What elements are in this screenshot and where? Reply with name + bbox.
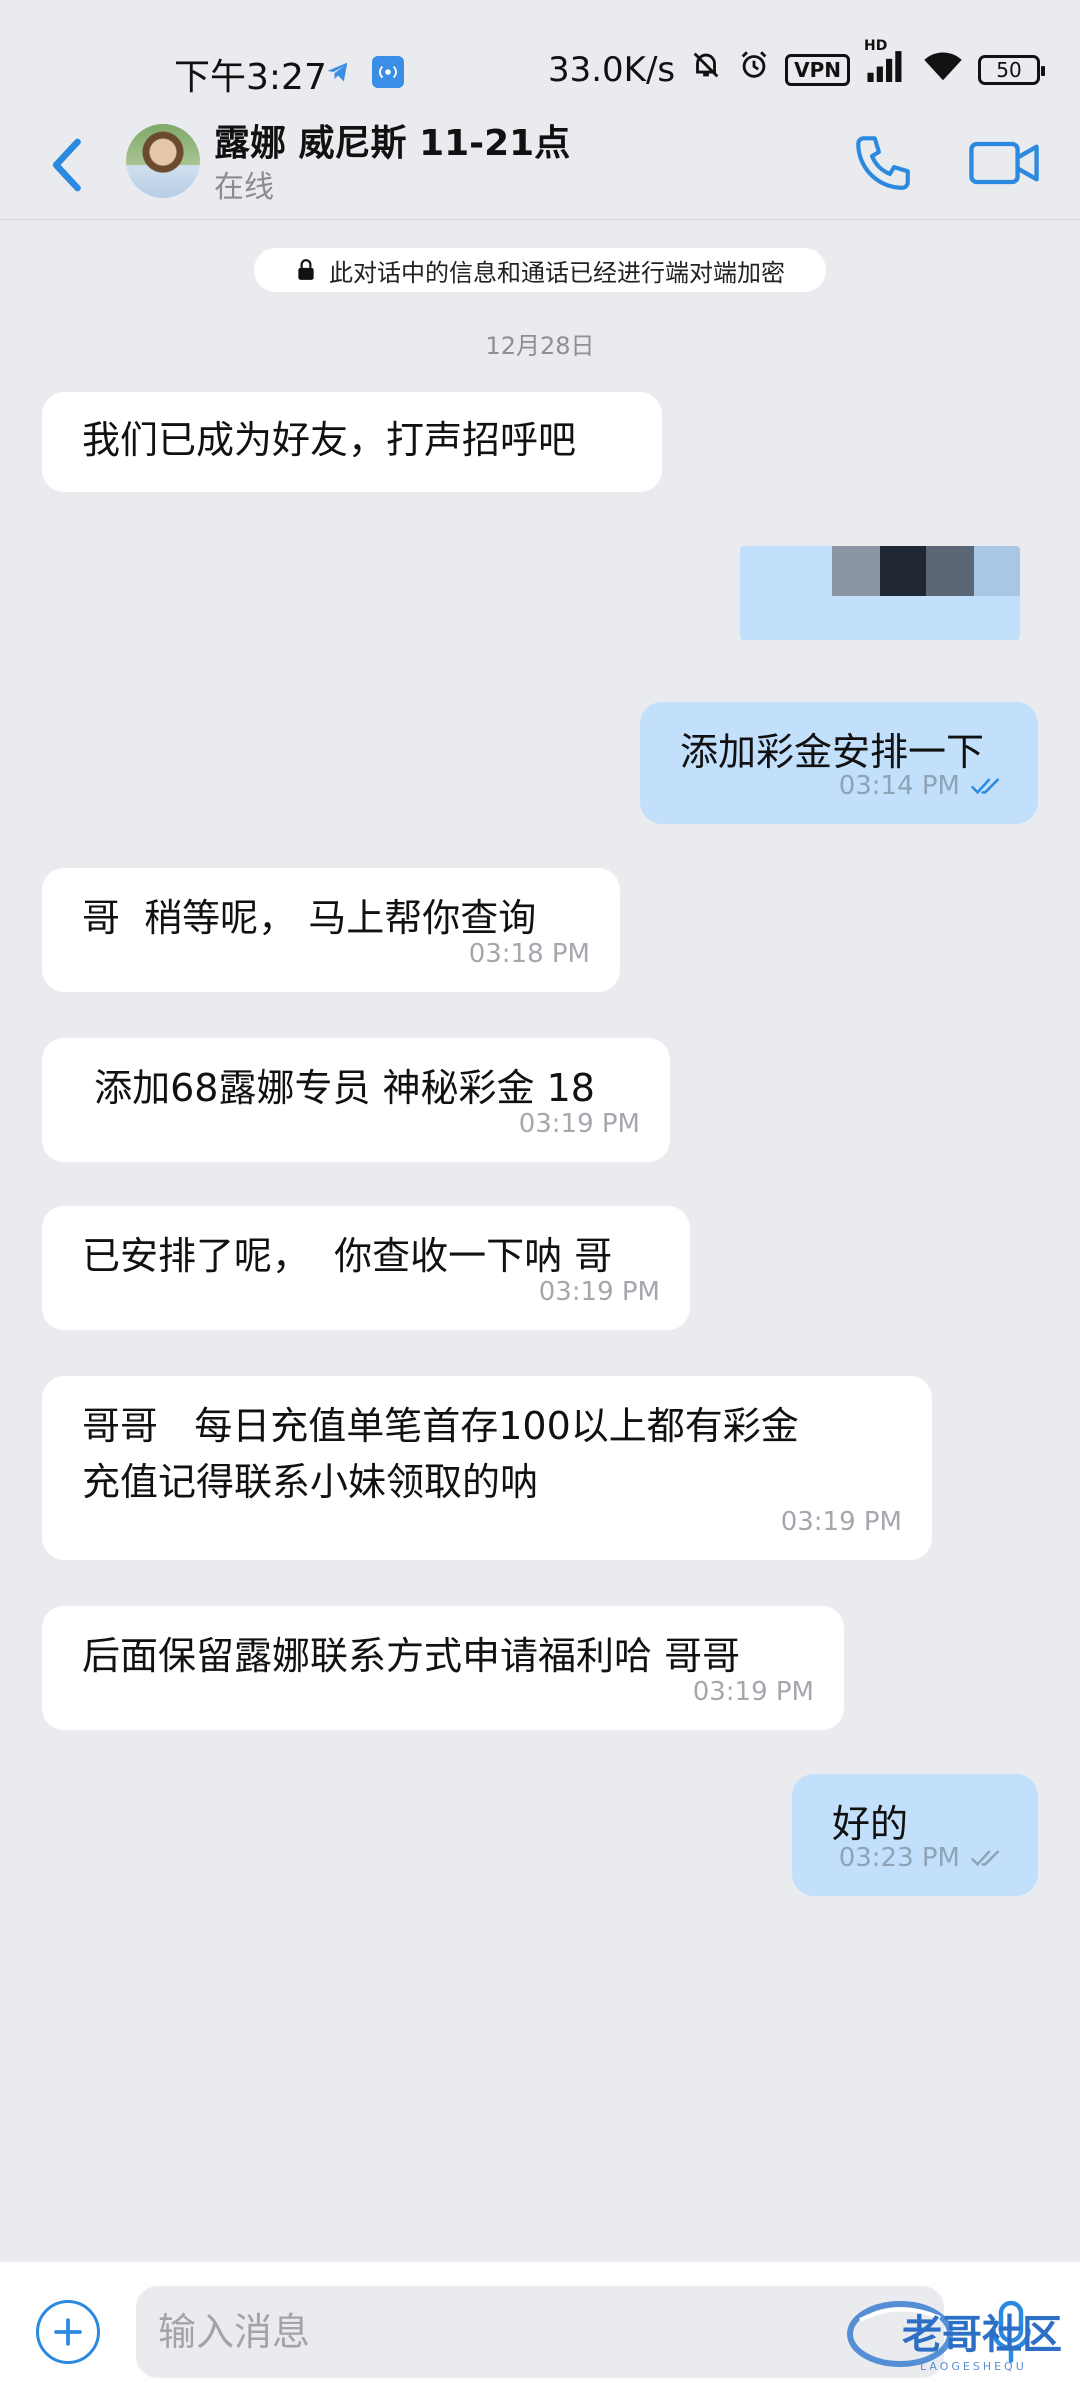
message-bubble-incoming[interactable]: 后面保留露娜联系方式申请福利哈 哥哥 03:19 PM (42, 1606, 844, 1730)
date-separator: 12月28日 (485, 332, 595, 360)
lock-icon (298, 259, 314, 280)
message-meta: 03:19 PM (539, 1264, 660, 1320)
message-bubble-incoming[interactable]: 哥 稍等呢， 马上帮你查询 03:18 PM (42, 868, 620, 992)
double-check-icon (971, 1850, 1000, 1867)
battery-indicator: 50 (978, 54, 1045, 85)
message-bubble-incoming[interactable]: 已安排了呢， 你查收一下呐 哥 03:19 PM (42, 1206, 690, 1330)
message-meta: 03:19 PM (519, 1096, 640, 1152)
message-bubble-incoming[interactable]: 哥哥 每日充值单笔首存100以上都有彩金 充值记得联系小妹领取的呐 03:19 … (42, 1376, 932, 1560)
double-check-read-icon (971, 778, 1000, 795)
message-text: 已安排了呢， 你查收一下呐 哥 (82, 1234, 613, 1278)
message-input-bar (0, 2262, 1080, 2400)
message-meta: 03:14 PM (839, 758, 1008, 814)
message-time: 03:14 PM (838, 771, 960, 801)
alarm-icon (737, 48, 771, 91)
vpn-badge: VPN (785, 53, 850, 86)
status-time: 下午3:27 (174, 57, 327, 98)
hotspot-app-icon (372, 56, 404, 88)
message-text: 我们已成为好友，打声招呼吧 (82, 418, 577, 462)
voice-input-button[interactable] (986, 2298, 1036, 2368)
message-bubble-incoming[interactable]: 我们已成为好友，打声招呼吧 (42, 392, 662, 492)
message-time: 03:19 PM (780, 1507, 902, 1537)
status-right-group: 33.0K/s VPN HD 50 (547, 38, 1045, 91)
message-bubble-outgoing[interactable]: 添加彩金安排一下 03:14 PM (640, 702, 1038, 824)
message-time: 03:19 PM (692, 1677, 814, 1707)
blurred-image-message[interactable] (740, 546, 1020, 640)
microphone-icon (991, 2300, 1031, 2363)
encryption-notice[interactable]: 此对话中的信息和通话已经进行端对端加密 (254, 248, 826, 292)
plus-icon (54, 2318, 82, 2346)
voice-call-button[interactable] (850, 130, 920, 200)
encryption-notice-text: 此对话中的信息和通话已经进行端对端加密 (329, 258, 785, 287)
message-time: 03:19 PM (518, 1109, 640, 1139)
message-bubble-incoming[interactable]: 添加68露娜专员 神秘彩金 18 03:19 PM (42, 1038, 670, 1162)
contact-name[interactable]: 露娜 威尼斯 11-21点 (214, 114, 570, 166)
message-meta: 03:19 PM (781, 1494, 902, 1550)
chat-header: 露娜 威尼斯 11-21点 在线 (0, 110, 1080, 220)
back-button[interactable] (36, 132, 96, 198)
message-time: 03:19 PM (538, 1277, 660, 1307)
network-speed: 33.0K/s (547, 49, 676, 90)
chevron-left-icon (52, 138, 81, 192)
attach-button[interactable] (36, 2300, 100, 2364)
wifi-icon (922, 48, 964, 91)
message-input[interactable] (136, 2286, 944, 2378)
message-bubble-outgoing[interactable]: 好的 03:23 PM (792, 1774, 1038, 1896)
message-text: 哥哥 每日充值单笔首存100以上都有彩金 充值记得联系小妹领取的呐 (82, 1404, 799, 1504)
hd-label: HD (864, 38, 888, 54)
video-camera-icon (969, 141, 1039, 185)
video-call-button[interactable] (966, 130, 1042, 200)
message-time: 03:18 PM (468, 939, 590, 969)
message-text: 后面保留露娜联系方式申请福利哈 哥哥 (82, 1634, 741, 1678)
contact-status: 在线 (214, 170, 274, 205)
phone-icon (856, 136, 910, 190)
contact-avatar[interactable] (126, 124, 200, 198)
message-meta: 03:18 PM (469, 926, 590, 982)
telegram-icon (322, 56, 354, 88)
message-meta: 03:23 PM (839, 1830, 1008, 1886)
signal-icon: HD (864, 38, 908, 91)
message-meta: 03:19 PM (693, 1664, 814, 1720)
mute-bell-icon (689, 48, 723, 91)
message-time: 03:23 PM (838, 1843, 960, 1873)
